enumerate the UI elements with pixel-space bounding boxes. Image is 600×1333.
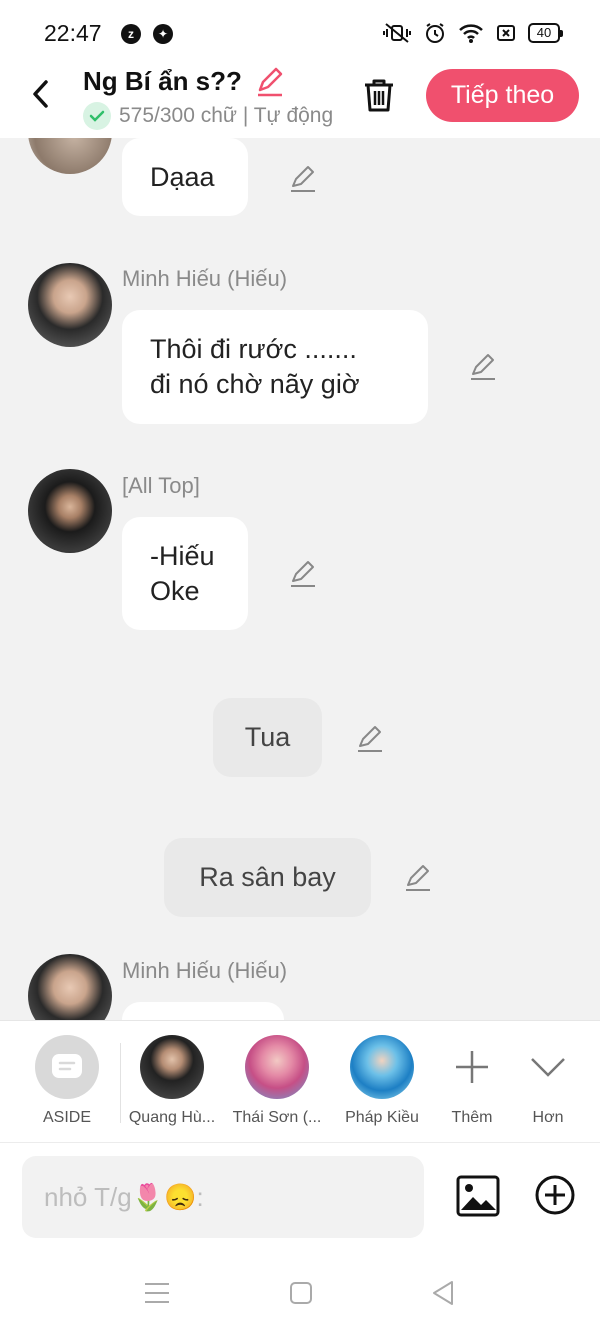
zalo-icon: z [121,24,141,44]
divider [120,1043,121,1123]
status-time: 22:47 [44,20,102,46]
character-quang-hu[interactable]: Quang Hù... [122,1035,222,1127]
header: Ng Bí ẩn s?? 575/300 chữ | Tự động Tiếp … [0,62,600,138]
delete-button[interactable] [360,76,398,114]
character-aside[interactable]: ASIDE [17,1035,117,1127]
character-thai-son[interactable]: Thái Sơn (... [227,1035,327,1127]
edit-message-icon[interactable] [403,863,433,893]
narration-bubble[interactable]: Ra sân bay [164,838,371,917]
edit-message-icon[interactable] [355,724,385,754]
character-avatar [140,1035,204,1099]
image-icon[interactable] [455,1174,501,1218]
screen: 22:47 z ✦ 40 Ng Bí ẩn s?? 575/300 chữ | … [0,0,600,1333]
sender-name: Minh Hiếu (Hiếu) [122,266,288,291]
edit-message-icon[interactable] [468,352,498,382]
character-bar: ASIDE Quang Hù... Thái Sơn (... Pháp Kiề… [0,1020,600,1142]
character-avatar[interactable] [28,138,112,174]
character-avatar [350,1035,414,1099]
narration-text: Ra sân bay [199,862,336,892]
narration-text: Tua [244,722,291,752]
character-label: ASIDE [42,1109,91,1126]
alarm-icon [426,23,444,43]
next-button[interactable]: Tiếp theo [426,69,579,122]
page-title: Ng Bí ẩn s?? [83,66,242,96]
character-phap-kieu[interactable]: Pháp Kiều [332,1035,432,1127]
character-avatar[interactable] [28,954,112,1020]
app-notification-icon: ✦ [153,24,173,44]
message-bubble[interactable]: Dạaa [122,138,248,216]
chevron-down-icon [516,1035,580,1099]
battery-indicator: 40 [528,23,563,43]
word-count-row: 575/300 chữ | Tự động [83,102,333,130]
sender-name: Minh Hiếu (Hiếu) [122,958,288,983]
narration-bubble[interactable]: Tua [213,698,322,777]
message-bubble[interactable]: -Hiếu Oke [122,517,248,630]
character-avatar [245,1035,309,1099]
sender-name: [All Top] [122,473,200,498]
input-bar [0,1142,600,1252]
status-bar: 22:47 z ✦ 40 [0,0,600,62]
status-icons: 40 [382,22,563,44]
edit-message-icon[interactable] [288,164,318,194]
signal-x-icon [497,25,515,41]
word-count-text: 575/300 chữ | Tự động [119,104,334,127]
back-button[interactable] [26,74,58,114]
character-avatar[interactable] [28,263,112,347]
message-text-line: Thôi đi rước ....... [150,334,357,364]
message-text-line: Oke [150,575,200,606]
plus-icon [440,1035,504,1099]
character-avatar[interactable] [28,469,112,553]
edit-title-icon[interactable] [254,66,286,98]
add-circle-icon[interactable] [534,1174,576,1216]
home-icon[interactable] [286,1278,316,1308]
message-bubble[interactable]: Thôi đi rước ....... đi nó chờ nãy giờ [122,310,428,424]
edit-message-icon[interactable] [288,559,318,589]
more-label: Hơn [532,1109,564,1126]
back-nav-icon[interactable] [428,1278,458,1308]
system-nav-bar [0,1252,600,1333]
character-label: Thái Sơn (... [232,1109,322,1126]
vibrate-mute-icon [383,23,411,43]
message-input[interactable] [22,1156,424,1238]
message-text-line: -Hiếu [150,540,215,571]
message-text: Dạaa [150,161,215,192]
message-bubble[interactable] [122,1002,284,1020]
character-label: Quang Hù... [128,1109,216,1126]
menu-icon[interactable] [142,1278,172,1308]
aside-icon [35,1035,99,1099]
wifi-icon [459,24,483,43]
check-icon [83,102,111,130]
chat-area[interactable]: Dạaa Minh Hiếu (Hiếu) Thôi đi rước .....… [0,138,600,1020]
message-text-line: đi nó chờ nãy giờ [150,369,360,399]
character-label: Pháp Kiều [345,1109,419,1126]
more-button[interactable]: Hơn [498,1035,598,1127]
